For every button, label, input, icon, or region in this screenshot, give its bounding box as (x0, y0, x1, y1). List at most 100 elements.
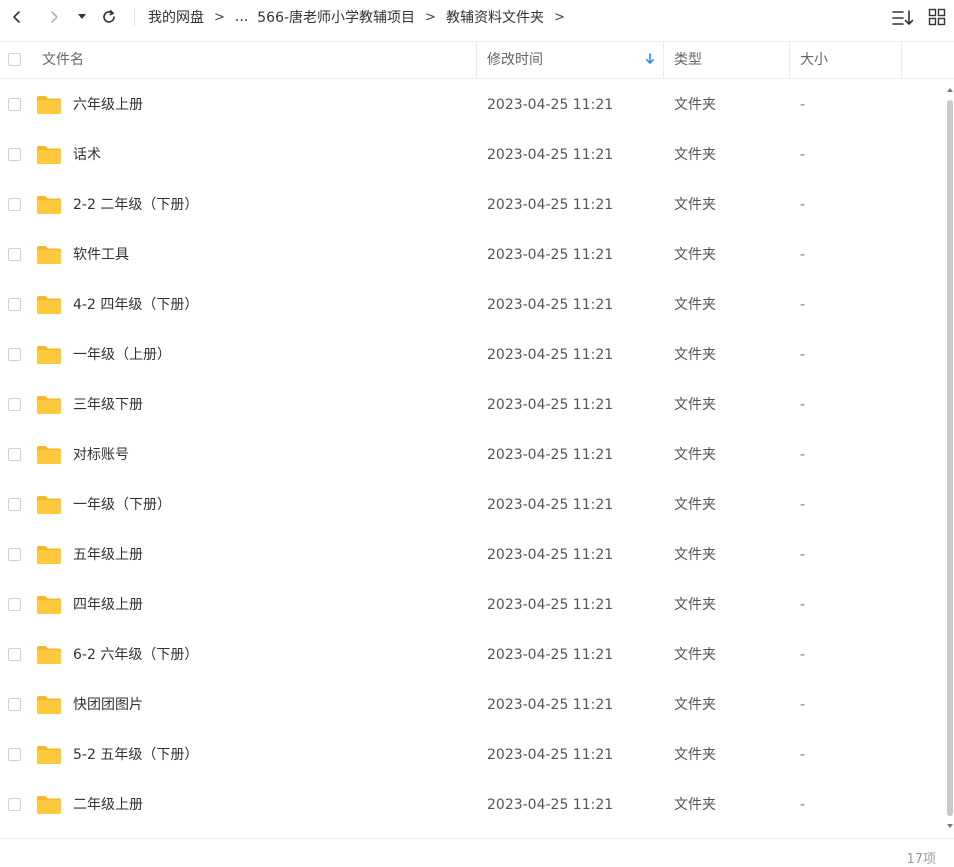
file-type: 文件夹 (674, 97, 716, 113)
row-checkbox[interactable] (8, 248, 21, 261)
breadcrumb-root[interactable]: 我的网盘 (148, 7, 204, 27)
row-checkbox[interactable] (8, 648, 21, 661)
row-checkbox[interactable] (8, 298, 21, 311)
chevron-left-icon (13, 11, 20, 23)
toolbar-divider (134, 8, 135, 26)
breadcrumb: 我的网盘 > ... 566-唐老师小学教辅项目 > 教辅资料文件夹 > (148, 7, 575, 27)
file-name[interactable]: 6-2 六年级（下册） (73, 630, 198, 680)
column-divider (789, 42, 790, 78)
folder-icon (37, 146, 61, 164)
forward-button[interactable] (43, 6, 65, 28)
row-checkbox[interactable] (8, 198, 21, 211)
file-name[interactable]: 5-2 五年级（下册） (73, 730, 198, 780)
refresh-button[interactable] (98, 6, 120, 28)
column-type-header[interactable]: 类型 (674, 42, 702, 78)
file-name[interactable]: 软件工具 (73, 230, 129, 280)
file-type: 文件夹 (674, 247, 716, 263)
row-checkbox[interactable] (8, 548, 21, 561)
row-checkbox[interactable] (8, 498, 21, 511)
scroll-up-arrow-icon[interactable] (946, 86, 954, 94)
file-row[interactable]: 快团团图片 2023-04-25 11:21 文件夹 - (0, 680, 946, 730)
file-type: 文件夹 (674, 447, 716, 463)
breadcrumb-current-folder[interactable]: 教辅资料文件夹 (446, 7, 544, 27)
row-checkbox[interactable] (8, 148, 21, 161)
row-checkbox[interactable] (8, 98, 21, 111)
file-modified-time: 2023-04-25 11:21 (487, 547, 614, 563)
sort-button[interactable] (892, 8, 914, 28)
file-name[interactable]: 4-2 四年级（下册） (73, 280, 198, 330)
file-modified-time: 2023-04-25 11:21 (487, 447, 614, 463)
row-checkbox[interactable] (8, 398, 21, 411)
file-name[interactable]: 二年级上册 (73, 780, 143, 830)
row-checkbox[interactable] (8, 598, 21, 611)
file-row[interactable]: 一年级（下册） 2023-04-25 11:21 文件夹 - (0, 480, 946, 530)
file-modified-time: 2023-04-25 11:21 (487, 397, 614, 413)
folder-icon (37, 796, 61, 814)
file-name[interactable]: 四年级上册 (73, 580, 143, 630)
history-dropdown-button[interactable] (72, 6, 92, 28)
column-name-header[interactable]: 文件名 (42, 42, 84, 78)
file-name[interactable]: 快团团图片 (73, 680, 143, 730)
file-type: 文件夹 (674, 497, 716, 513)
sort-arrow-down-icon[interactable] (645, 52, 655, 68)
refresh-icon (103, 10, 115, 23)
file-type: 文件夹 (674, 147, 716, 163)
file-name[interactable]: 2-2 二年级（下册） (73, 180, 198, 230)
file-modified-time: 2023-04-25 11:21 (487, 347, 614, 363)
row-checkbox[interactable] (8, 748, 21, 761)
file-name[interactable]: 话术 (73, 130, 101, 180)
file-type: 文件夹 (674, 747, 716, 763)
vertical-scrollbar[interactable] (946, 86, 954, 830)
scrollbar-thumb[interactable] (947, 100, 953, 816)
file-row[interactable]: 四年级上册 2023-04-25 11:21 文件夹 - (0, 580, 946, 630)
row-checkbox[interactable] (8, 448, 21, 461)
file-row[interactable]: 2-2 二年级（下册） 2023-04-25 11:21 文件夹 - (0, 180, 946, 230)
column-size-header[interactable]: 大小 (800, 42, 828, 78)
row-checkbox[interactable] (8, 698, 21, 711)
file-size: - (800, 97, 806, 113)
chevron-right-icon (51, 11, 58, 23)
file-size: - (800, 247, 806, 263)
file-type: 文件夹 (674, 397, 716, 413)
file-row[interactable]: 六年级上册 2023-04-25 11:21 文件夹 - (0, 80, 946, 130)
file-size: - (800, 197, 806, 213)
file-row[interactable]: 一年级（上册） 2023-04-25 11:21 文件夹 - (0, 330, 946, 380)
back-button[interactable] (6, 6, 28, 28)
file-name[interactable]: 五年级上册 (73, 530, 143, 580)
file-name[interactable]: 六年级上册 (73, 80, 143, 130)
file-modified-time: 2023-04-25 11:21 (487, 147, 614, 163)
file-row[interactable]: 话术 2023-04-25 11:21 文件夹 - (0, 130, 946, 180)
column-modified-header[interactable]: 修改时间 (487, 42, 543, 78)
scroll-down-arrow-icon[interactable] (946, 822, 954, 830)
row-checkbox[interactable] (8, 348, 21, 361)
file-name[interactable]: 对标账号 (73, 430, 129, 480)
file-row[interactable]: 6-2 六年级（下册） 2023-04-25 11:21 文件夹 - (0, 630, 946, 680)
file-row[interactable]: 软件工具 2023-04-25 11:21 文件夹 - (0, 230, 946, 280)
sort-icon (892, 10, 914, 25)
file-row[interactable]: 五年级上册 2023-04-25 11:21 文件夹 - (0, 530, 946, 580)
folder-icon (37, 246, 61, 264)
file-modified-time: 2023-04-25 11:21 (487, 247, 614, 263)
file-row[interactable]: 4-2 四年级（下册） 2023-04-25 11:21 文件夹 - (0, 280, 946, 330)
file-modified-time: 2023-04-25 11:21 (487, 697, 614, 713)
file-name[interactable]: 三年级下册 (73, 380, 143, 430)
file-size: - (800, 797, 806, 813)
breadcrumb-ellipsis[interactable]: ... (235, 9, 248, 25)
select-all-checkbox[interactable] (8, 53, 21, 66)
file-row[interactable]: 5-2 五年级（下册） 2023-04-25 11:21 文件夹 - (0, 730, 946, 780)
file-row[interactable]: 对标账号 2023-04-25 11:21 文件夹 - (0, 430, 946, 480)
file-size: - (800, 747, 806, 763)
row-checkbox[interactable] (8, 798, 21, 811)
breadcrumb-project-folder[interactable]: 566-唐老师小学教辅项目 (257, 7, 415, 27)
file-name[interactable]: 一年级（上册） (73, 330, 171, 380)
file-row[interactable]: 三年级下册 2023-04-25 11:21 文件夹 - (0, 380, 946, 430)
file-type: 文件夹 (674, 697, 716, 713)
file-name[interactable]: 一年级（下册） (73, 480, 171, 530)
toolbar: 我的网盘 > ... 566-唐老师小学教辅项目 > 教辅资料文件夹 > (0, 0, 954, 36)
file-modified-time: 2023-04-25 11:21 (487, 197, 614, 213)
file-modified-time: 2023-04-25 11:21 (487, 297, 614, 313)
file-row[interactable]: 二年级上册 2023-04-25 11:21 文件夹 - (0, 780, 946, 830)
grid-view-button[interactable] (928, 8, 948, 28)
file-size: - (800, 397, 806, 413)
folder-icon (37, 196, 61, 214)
